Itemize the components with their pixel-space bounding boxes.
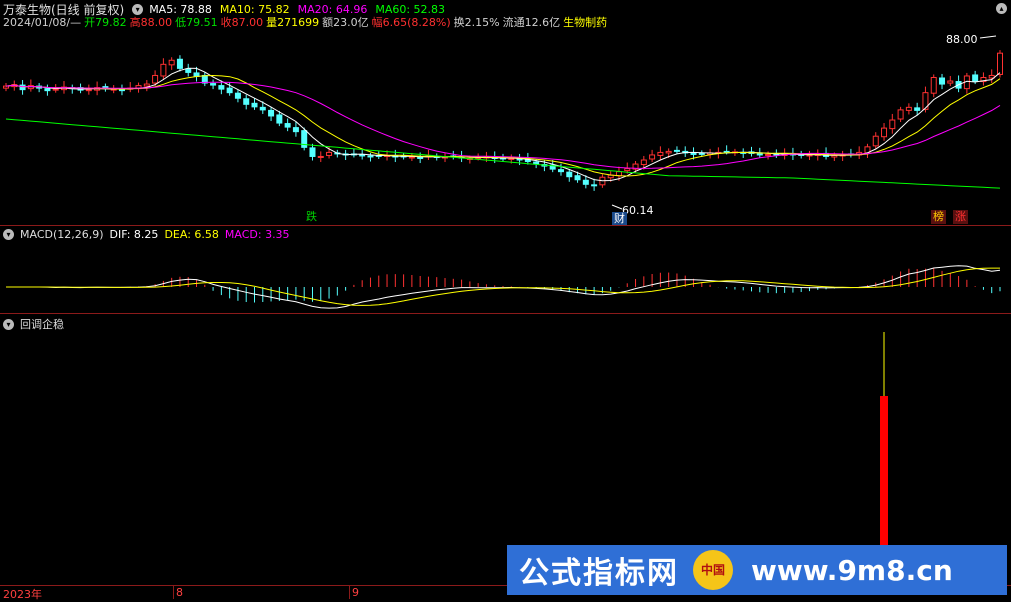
candle-body bbox=[582, 179, 589, 185]
watermark-url: www.9m8.cn bbox=[751, 553, 953, 587]
candle-body bbox=[930, 76, 937, 94]
candle-body bbox=[259, 106, 266, 111]
candle-body bbox=[176, 58, 183, 69]
panel-divider-2 bbox=[0, 313, 1011, 314]
candle-body bbox=[52, 88, 59, 91]
macd-value: MACD: 3.35 bbox=[224, 228, 290, 241]
candle-body bbox=[649, 154, 656, 160]
tag-finance[interactable]: 财 bbox=[612, 212, 627, 226]
candle-body bbox=[359, 154, 366, 157]
chart-canvas bbox=[3, 35, 1003, 584]
candle-body bbox=[997, 52, 1003, 75]
candle-body bbox=[143, 83, 150, 87]
gear-icon[interactable]: ▾ bbox=[3, 318, 14, 330]
candle-body bbox=[690, 152, 697, 155]
candle-body bbox=[665, 150, 672, 154]
high-price-label: 88.00 bbox=[946, 33, 978, 46]
low-marker-line bbox=[611, 204, 623, 210]
candle-body bbox=[251, 102, 258, 108]
watermark-title: 公式指标网 bbox=[519, 556, 679, 591]
macd-title-row: ▾ MACD(12,26,9) DIF: 8.25 DEA: 6.58 MACD… bbox=[3, 228, 290, 241]
candle-body bbox=[292, 127, 299, 133]
candle-body bbox=[905, 106, 912, 111]
candle-body bbox=[508, 157, 515, 161]
candle-body bbox=[367, 155, 374, 158]
candle-body bbox=[897, 109, 904, 120]
candle-body bbox=[118, 89, 125, 92]
high-marker-line bbox=[979, 35, 997, 39]
candle-body bbox=[85, 89, 92, 92]
axis-tick-aug bbox=[173, 586, 174, 599]
candle-body bbox=[657, 151, 664, 156]
macd-dif: DIF: 8.25 bbox=[109, 228, 159, 241]
candle-body bbox=[276, 114, 283, 124]
axis-label-aug: 8 bbox=[176, 586, 183, 599]
candle-body bbox=[309, 147, 316, 157]
panel-divider-1 bbox=[0, 225, 1011, 226]
gear-icon[interactable]: ▾ bbox=[3, 229, 14, 240]
candle-body bbox=[218, 85, 225, 90]
axis-tick-sep bbox=[349, 586, 350, 599]
candle-body bbox=[226, 87, 233, 94]
candle-body bbox=[889, 119, 896, 130]
candle-body bbox=[185, 68, 192, 73]
indicator-title: 回调企稳 bbox=[20, 318, 64, 331]
candle-body bbox=[914, 107, 921, 111]
candle-body bbox=[210, 83, 217, 86]
candle-body bbox=[939, 77, 946, 85]
watermark-banner: 公式指标网 中国 www.9m8.cn bbox=[507, 545, 1007, 595]
candle-body bbox=[972, 74, 979, 82]
candle-body bbox=[566, 171, 573, 178]
line-ma5 bbox=[5, 67, 1001, 182]
tag-list[interactable]: 榜 bbox=[931, 210, 946, 224]
candle-body bbox=[557, 169, 564, 173]
tag-fall[interactable]: 跌 bbox=[304, 210, 319, 224]
candle-body bbox=[624, 168, 631, 172]
axis-label-year: 2023年 bbox=[3, 588, 42, 601]
candle-body bbox=[640, 159, 647, 166]
candle-body bbox=[234, 92, 241, 99]
candle-body bbox=[698, 152, 705, 155]
candle-body bbox=[168, 59, 175, 66]
candle-body bbox=[19, 84, 26, 91]
candle-body bbox=[243, 98, 250, 105]
candle-body bbox=[268, 109, 275, 117]
candle-body bbox=[152, 74, 159, 84]
candle-body bbox=[160, 63, 167, 77]
axis-label-sep: 9 bbox=[352, 586, 359, 599]
candle-body bbox=[765, 153, 772, 156]
candle-body bbox=[574, 175, 581, 181]
candle-body bbox=[408, 156, 415, 159]
macd-title: MACD(12,26,9) bbox=[20, 228, 104, 241]
candle-body bbox=[615, 171, 622, 177]
candle-body bbox=[947, 80, 954, 84]
candle-body bbox=[284, 123, 291, 128]
candle-body bbox=[872, 135, 879, 147]
candle-body bbox=[591, 184, 598, 187]
watermark-badge: 中国 bbox=[693, 550, 733, 590]
candle-body bbox=[756, 153, 763, 156]
candle-body bbox=[317, 155, 324, 158]
indicator-title-row: ▾ 回调企稳 bbox=[3, 316, 64, 332]
candle-body bbox=[881, 127, 888, 138]
macd-dea: DEA: 6.58 bbox=[164, 228, 219, 241]
candle-body bbox=[44, 88, 51, 92]
tag-rise[interactable]: 涨 bbox=[953, 210, 968, 224]
candle-body bbox=[417, 156, 424, 159]
candle-body bbox=[326, 151, 333, 156]
candle-body bbox=[673, 149, 680, 152]
